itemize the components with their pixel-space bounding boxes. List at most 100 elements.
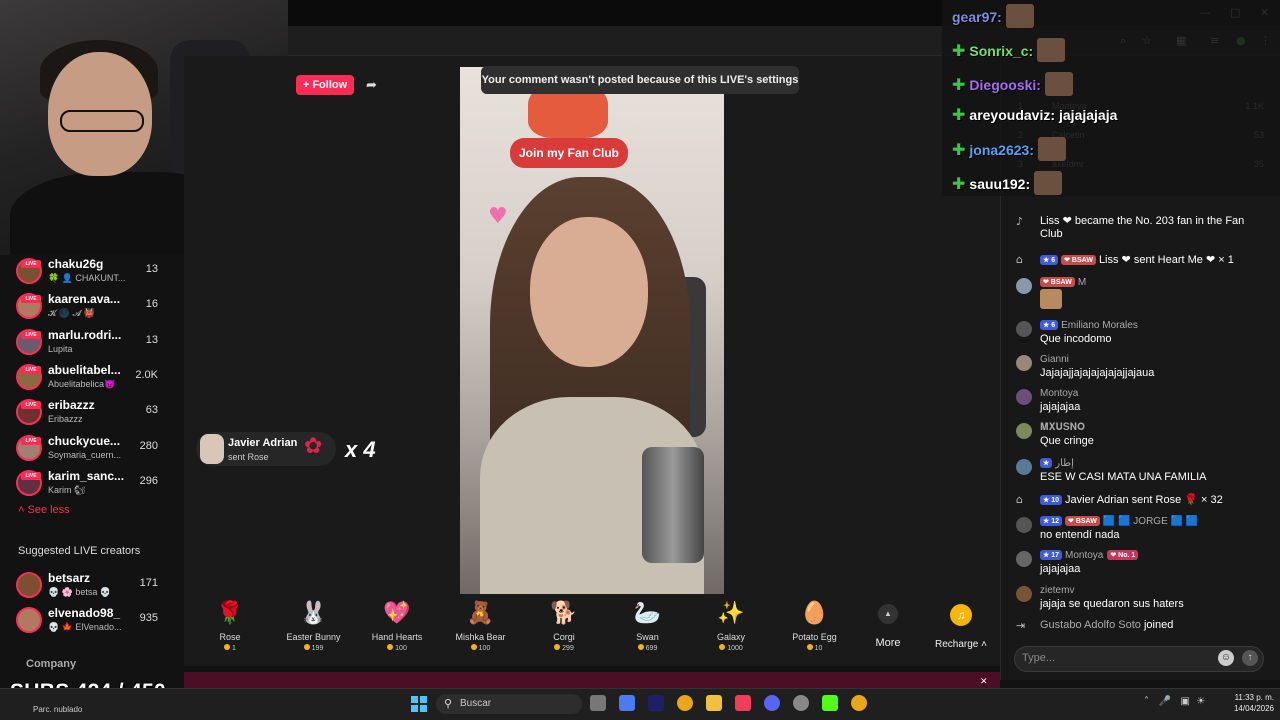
kick-icon[interactable] xyxy=(822,695,838,711)
sidebar-account[interactable]: LIVE marlu.rodri... Lupita 13 xyxy=(16,327,184,361)
gift-icon: ⌂ xyxy=(1016,253,1023,266)
chat-message[interactable]: Gianni Jajajajjajajajajajajjajaua xyxy=(1016,354,1276,386)
gift-item[interactable]: ✨ Galaxy 1000 xyxy=(691,600,771,652)
chat-text: jajajajaa xyxy=(1040,401,1081,413)
coin-icon xyxy=(470,644,477,650)
chat-text: Gustabo Adolfo Soto joined xyxy=(1040,619,1173,631)
chat-message[interactable]: zietemv jajaja se quedaron sus haters xyxy=(1016,585,1276,617)
account-subtitle: Karim 🐿 xyxy=(48,484,86,495)
badge: ★ 10 xyxy=(1040,495,1063,505)
coin-icon xyxy=(303,644,310,650)
avatar: LIVE xyxy=(16,258,42,284)
windows-start-icon[interactable] xyxy=(411,696,427,712)
rank-badge: ❤ No. 1 xyxy=(1107,550,1139,560)
recharge-button[interactable]: ♫ Recharge ˄ xyxy=(926,604,996,650)
file-explorer-icon[interactable] xyxy=(706,695,722,711)
premiere-icon[interactable] xyxy=(648,695,664,711)
rose-icon: ✿ xyxy=(304,434,323,459)
viewer-count: 16 xyxy=(145,298,158,311)
gift-price: 299 xyxy=(524,644,604,652)
chat-message[interactable]: ★ 12 ❤ BSAW 🟦 🟦 JORGE 🟦 🟦 no entendí nada xyxy=(1016,516,1276,548)
overlay-chat-line: gear97: xyxy=(952,4,1034,28)
chat-text: Que cringe xyxy=(1040,435,1094,447)
chat-username-row: zietemv xyxy=(1040,585,1074,596)
discord-icon[interactable] xyxy=(764,695,780,711)
follow-button[interactable]: + Follow xyxy=(296,75,354,95)
chrome-profile-icon[interactable] xyxy=(851,695,867,711)
company-link[interactable]: Company xyxy=(26,658,76,670)
chat-message[interactable]: ★ إطار ESE W CASI MATA UNA FAMILIA xyxy=(1016,458,1276,490)
gift-icon: 💖 xyxy=(383,601,411,626)
gift-item[interactable]: 🐰 Easter Bunny 199 xyxy=(274,600,354,652)
taskbar-clock[interactable]: 11:33 p. m. 14/04/2026 xyxy=(1222,692,1274,714)
gift-price-value: 10 xyxy=(814,645,823,652)
gift-price-value: 699 xyxy=(645,645,658,652)
steam-icon[interactable] xyxy=(793,695,809,711)
chat-username-row: 𝐌𝐗𝐔𝐒𝐍𝐎 xyxy=(1040,422,1085,433)
chat-message[interactable]: ★ 6 Emiliano Morales Que incodomo xyxy=(1016,320,1276,352)
live-badge: LIVE xyxy=(21,436,41,445)
chrome-icon[interactable] xyxy=(677,695,693,711)
sidebar-account[interactable]: LIVE chuckycue... Soymaria_cuern... 280 xyxy=(16,433,184,467)
sidebar-account[interactable]: LIVE abuelitabel... Abuelitabelica😈 2.0K xyxy=(16,362,184,396)
task-view-icon[interactable] xyxy=(590,695,606,711)
live-badge: LIVE xyxy=(21,330,41,339)
more-gifts-button[interactable]: ▲ More xyxy=(866,604,910,649)
close-banner-icon[interactable]: ✕ xyxy=(980,676,988,687)
taskbar-search[interactable] xyxy=(436,694,582,714)
join-fanclub-button[interactable]: Join my Fan Club xyxy=(510,138,628,168)
sidebar-account[interactable]: elvenado98_ 💀 🍁 ElVenado... 935 xyxy=(16,605,184,639)
emoji-icon[interactable]: ☺ xyxy=(1218,650,1234,666)
sidebar-account[interactable]: betsarz 💀 🌸 betsa 💀 171 xyxy=(16,570,184,604)
account-name: chaku26g xyxy=(48,257,104,271)
coin-icon: ♫ xyxy=(950,604,972,626)
music-icon[interactable] xyxy=(735,695,751,711)
see-less-link[interactable]: ˄ See less xyxy=(18,504,70,516)
gift-price-value: 1000 xyxy=(727,645,743,652)
system-tray[interactable]: ˄ 🎤 ▣ ☀ xyxy=(1144,696,1205,707)
sidebar-account[interactable]: LIVE chaku26g 🍀 👤 CHAKUNT... 13 xyxy=(16,256,184,290)
account-subtitle: 𝓚 🌑 𝓐 👹 xyxy=(48,308,95,319)
weather-widget[interactable]: Parc. nublado xyxy=(33,705,82,714)
chat-username-row: ★ 6 Emiliano Morales xyxy=(1040,320,1138,331)
sidebar-account[interactable]: LIVE kaaren.ava... 𝓚 🌑 𝓐 👹 16 xyxy=(16,291,184,325)
coin-icon xyxy=(806,644,813,650)
gift-icon: ⌂ xyxy=(1016,493,1023,506)
send-icon[interactable]: ↑ xyxy=(1242,650,1258,666)
promo-banner[interactable] xyxy=(184,672,1000,688)
chat-message[interactable]: ★ 17 Montoya ❤ No. 1 jajajajaa xyxy=(1016,550,1276,582)
chat-message[interactable]: 𝐌𝐗𝐔𝐒𝐍𝐎 Que cringe xyxy=(1016,422,1276,454)
account-name: kaaren.ava... xyxy=(48,292,121,307)
chat-message[interactable]: ❤ BSAW M xyxy=(1016,277,1276,309)
avatar xyxy=(1016,389,1032,405)
stream-chat-overlay xyxy=(942,0,1280,196)
overlay-username: gear97: xyxy=(952,9,1002,25)
gift-item[interactable]: 🧸 Mishka Bear 100 xyxy=(441,600,521,652)
gift-item[interactable]: 💖 Hand Hearts 100 xyxy=(357,600,437,652)
sidebar-account[interactable]: LIVE eribazzz Eribazzz 63 xyxy=(16,397,184,431)
gift-price-value: 1 xyxy=(232,645,236,652)
chat-username: Emiliano Morales xyxy=(1061,320,1138,331)
copilot-icon[interactable] xyxy=(619,695,635,711)
gift-name: Corgi xyxy=(553,632,575,642)
chat-username-row: Montoya xyxy=(1040,388,1078,399)
chat-message[interactable]: Montoya jajajajaa xyxy=(1016,388,1276,420)
gift-price: 1 xyxy=(190,644,270,652)
share-icon[interactable]: ➦ xyxy=(366,77,377,93)
account-subtitle: Soymaria_cuern... xyxy=(48,449,122,460)
account-name: eribazzz xyxy=(48,398,95,413)
viewer-count: 935 xyxy=(139,612,158,625)
suggested-title: Suggested LIVE creators xyxy=(18,545,141,557)
chat-username-row: ★ إطار xyxy=(1040,458,1074,469)
chat-text: no entendí nada xyxy=(1040,529,1120,541)
gift-item[interactable]: 🥚 Potato Egg 10 xyxy=(775,600,855,652)
chat-text: ★ 10 Javier Adrian sent Rose 🌹 × 32 xyxy=(1040,493,1223,506)
gift-item[interactable]: 🐕 Corgi 299 xyxy=(524,600,604,652)
emote-icon xyxy=(1038,137,1066,161)
gift-item[interactable]: 🦢 Swan 699 xyxy=(608,600,688,652)
sidebar-account[interactable]: LIVE karim_sanc... Karim 🐿 296 xyxy=(16,468,184,502)
chat-text: Jajajajjajajajajajajjajaua xyxy=(1040,367,1155,379)
gift-icon: 🥚 xyxy=(800,601,829,626)
gift-item[interactable]: 🌹 Rose 1 xyxy=(190,600,270,652)
chat-message[interactable]: ♪ Liss ❤ became the No. 203 fan in the Fa… xyxy=(1016,215,1276,247)
